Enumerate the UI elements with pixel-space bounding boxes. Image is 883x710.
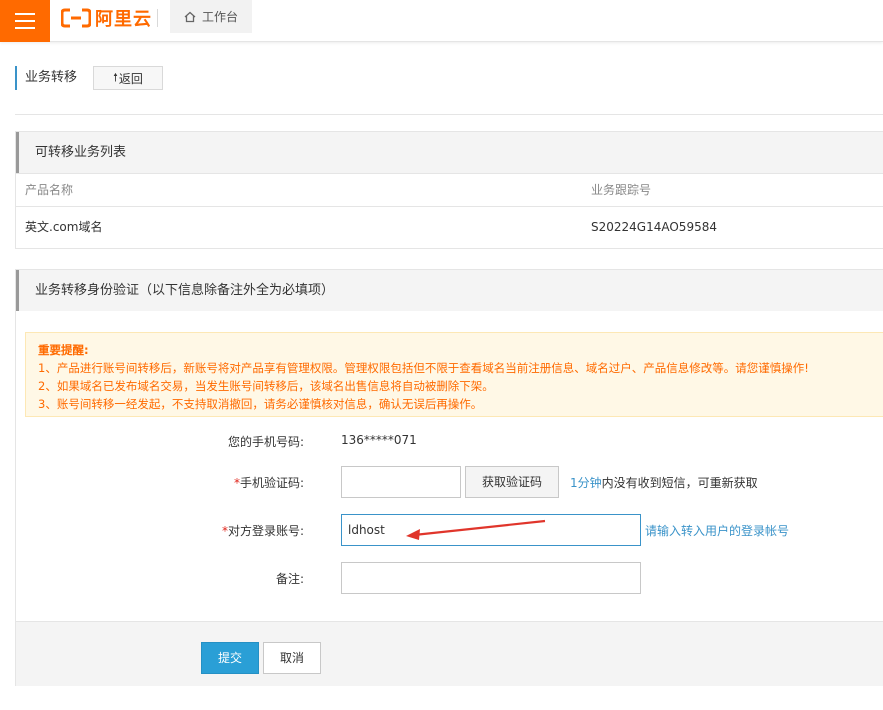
transferable-list-section: 可转移业务列表 产品名称 业务跟踪号 英文.com域名 S20224G14AO5… (15, 131, 883, 249)
workbench-label: 工作台 (201, 10, 238, 24)
notice-line: 2、如果域名已发布域名交易，当发生账号间转移后，该域名出售信息将自动被删除下架。 (38, 379, 494, 393)
notice-title: 重要提醒: (38, 343, 89, 357)
back-arrow-icon: 🠕 (113, 70, 118, 84)
sms-label: *手机验证码: (16, 474, 304, 491)
notice-line: 1、产品进行账号间转移后，新账号将对产品享有管理权限。管理权限包括但不限于查看域… (38, 361, 809, 375)
aliyun-logo[interactable]: 阿里云 (61, 7, 152, 30)
verify-section-title: 业务转移身份验证（以下信息除备注外全为必填项） (16, 270, 883, 311)
logo-text: 阿里云 (95, 9, 152, 30)
workbench-tab[interactable]: 工作台 (170, 0, 252, 33)
sms-hint: 1分钟内没有收到短信，可重新获取 (570, 474, 758, 491)
menu-line (15, 20, 35, 22)
hamburger-menu-button[interactable] (0, 0, 50, 42)
phone-value: 136*****071 (341, 433, 417, 447)
top-bar: 阿里云 工作台 (0, 0, 883, 42)
product-name: 英文.com域名 (25, 220, 103, 234)
aliyun-logo-icon (61, 8, 91, 28)
page-header: 业务转移 🠕 返回 (15, 66, 164, 90)
verification-section: 业务转移身份验证（以下信息除备注外全为必填项） 重要提醒: 1、产品进行账号间转… (15, 269, 883, 686)
table-row: 英文.com域名 S20224G14AO59584 (16, 207, 883, 248)
list-section-title: 可转移业务列表 (16, 132, 883, 173)
sms-hint-text: 内没有收到短信，可重新获取 (601, 476, 758, 490)
account-label: *对方登录账号: (16, 522, 304, 539)
form-footer: 提交 取消 (16, 621, 883, 686)
list-header: 产品名称 业务跟踪号 (16, 173, 883, 207)
sms-hint-time: 1分钟 (570, 476, 602, 490)
notice-line: 3、账号间转移一经发起，不支持取消撤回，请务必谨慎核对信息，确认无误后再操作。 (38, 397, 483, 411)
phone-label: 您的手机号码: (227, 435, 304, 449)
submit-button[interactable]: 提交 (201, 642, 259, 674)
remark-input[interactable] (341, 562, 641, 594)
account-label-text: 对方登录账号: (227, 524, 304, 538)
menu-line (15, 27, 35, 29)
account-hint: 请输入转入用户的登录帐号 (645, 524, 790, 538)
sms-label-text: 手机验证码: (239, 476, 304, 490)
menu-line (15, 13, 35, 15)
back-button[interactable]: 🠕 返回 (93, 66, 164, 90)
back-label: 返回 (118, 71, 143, 86)
important-notice: 重要提醒: 1、产品进行账号间转移后，新账号将对产品享有管理权限。管理权限包括但… (25, 332, 883, 417)
sms-code-input[interactable] (341, 466, 461, 498)
column-header-tracking: 业务跟踪号 (591, 183, 652, 197)
remark-label: 备注: (275, 572, 304, 586)
get-sms-code-button[interactable]: 获取验证码 (465, 466, 559, 498)
header-divider (15, 114, 883, 115)
page-title: 业务转移 (15, 66, 77, 90)
column-header-product: 产品名称 (25, 183, 74, 197)
cancel-button[interactable]: 取消 (263, 642, 321, 674)
tracking-number: S20224G14AO59584 (591, 220, 717, 234)
home-icon (184, 11, 196, 22)
target-account-input[interactable] (341, 514, 641, 546)
divider (157, 9, 158, 27)
